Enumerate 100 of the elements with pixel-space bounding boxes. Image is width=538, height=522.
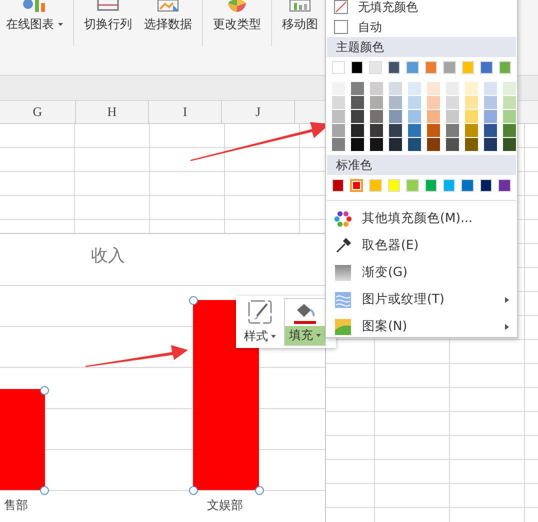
column-header: G	[0, 101, 76, 123]
table-icon	[95, 0, 121, 12]
color-swatch[interactable]	[484, 124, 497, 137]
color-swatch[interactable]	[351, 110, 364, 123]
chart-title: 收入	[90, 245, 126, 267]
color-swatch[interactable]	[408, 82, 421, 95]
color-swatch[interactable]	[427, 96, 440, 109]
menu-item[interactable]: 取色器(E)	[326, 232, 517, 259]
color-swatch[interactable]	[480, 61, 492, 74]
color-swatch[interactable]	[503, 138, 516, 151]
color-swatch[interactable]	[427, 138, 440, 151]
color-swatch[interactable]	[370, 82, 383, 95]
color-swatch[interactable]	[462, 61, 474, 74]
color-swatch[interactable]	[406, 61, 418, 74]
color-swatch[interactable]	[388, 61, 400, 74]
color-swatch[interactable]	[465, 124, 478, 137]
section-header: 主题颜色	[327, 37, 516, 57]
color-swatch[interactable]	[369, 61, 382, 74]
color-swatch[interactable]	[461, 179, 474, 192]
color-swatch[interactable]	[389, 110, 402, 123]
color-swatch[interactable]	[389, 82, 402, 95]
color-swatch[interactable]	[443, 61, 456, 74]
color-swatch[interactable]	[406, 179, 419, 192]
color-swatch[interactable]	[388, 179, 400, 192]
menu-item[interactable]: 其他填充颜色(M)...	[326, 205, 517, 232]
color-swatch[interactable]	[465, 138, 478, 151]
color-swatch[interactable]	[465, 110, 478, 123]
ribbon-button[interactable]: 切换行列	[78, 0, 138, 33]
color-swatch[interactable]	[465, 82, 478, 95]
color-swatch[interactable]	[369, 179, 382, 192]
color-swatch[interactable]	[503, 96, 516, 109]
color-swatch[interactable]	[408, 110, 421, 123]
color-swatch[interactable]	[427, 124, 440, 137]
color-swatch[interactable]	[332, 110, 345, 123]
menu-item[interactable]: 图片或纹理(T)	[326, 286, 517, 313]
color-swatch[interactable]	[408, 96, 421, 109]
color-swatch[interactable]	[465, 96, 478, 109]
menu-item[interactable]: 渐变(G)	[326, 259, 517, 286]
color-swatch[interactable]	[427, 110, 440, 123]
color-swatch[interactable]	[503, 82, 516, 95]
color-swatch[interactable]	[332, 61, 344, 74]
color-swatch[interactable]	[350, 179, 364, 192]
color-swatch[interactable]	[332, 124, 345, 137]
color-swatch[interactable]	[351, 124, 364, 137]
selection-handle[interactable]	[189, 486, 198, 495]
color-swatch[interactable]	[424, 61, 437, 74]
color-swatch[interactable]	[427, 82, 440, 95]
category-label: 文娱部	[207, 497, 243, 514]
color-swatch[interactable]	[446, 124, 459, 137]
color-swatch[interactable]	[408, 138, 421, 151]
color-swatch[interactable]	[484, 96, 497, 109]
selection-handle[interactable]	[40, 486, 49, 495]
selection-handle[interactable]	[40, 386, 49, 395]
color-swatch[interactable]	[503, 124, 516, 137]
color-swatch[interactable]	[498, 179, 511, 192]
color-swatch[interactable]	[503, 110, 516, 123]
color-swatch[interactable]	[351, 82, 364, 95]
column-header: J	[222, 101, 295, 123]
color-swatch[interactable]	[424, 179, 437, 192]
section-header: 标准色	[327, 155, 516, 175]
selection-handle[interactable]	[255, 486, 264, 495]
menu-item[interactable]: 自动	[326, 17, 517, 37]
color-wheel-icon	[334, 210, 352, 228]
toolbar-button[interactable]: 填充	[284, 298, 326, 346]
color-swatch[interactable]	[446, 96, 459, 109]
color-swatch[interactable]	[350, 61, 363, 74]
color-swatch[interactable]	[389, 96, 402, 109]
category-label: 售部	[4, 497, 28, 514]
landscape-pattern-icon	[334, 318, 352, 336]
ribbon-button[interactable]: 移动图	[276, 0, 324, 33]
color-swatch[interactable]	[332, 138, 345, 151]
color-swatch[interactable]	[484, 110, 497, 123]
color-swatch[interactable]	[408, 124, 421, 137]
color-swatch[interactable]	[389, 138, 402, 151]
color-swatch[interactable]	[484, 138, 497, 151]
ribbon-button[interactable]: 更改类型	[207, 0, 267, 33]
ribbon-button[interactable]: 选择数据	[138, 0, 198, 33]
chart-select-icon	[155, 0, 181, 12]
bar-chart-icon	[22, 0, 48, 12]
color-swatch[interactable]	[446, 138, 459, 151]
color-swatch[interactable]	[370, 110, 383, 123]
color-swatch[interactable]	[370, 96, 383, 109]
color-swatch[interactable]	[351, 138, 364, 151]
menu-item[interactable]: 无填充颜色	[326, 0, 517, 17]
color-swatch[interactable]	[370, 138, 383, 151]
color-swatch[interactable]	[443, 179, 456, 192]
color-swatch[interactable]	[484, 82, 497, 95]
color-swatch[interactable]	[332, 96, 345, 109]
color-swatch[interactable]	[332, 179, 344, 192]
menu-item[interactable]: 图案(N)	[326, 313, 517, 340]
color-swatch[interactable]	[446, 82, 459, 95]
color-swatch[interactable]	[498, 61, 511, 74]
color-swatch[interactable]	[351, 96, 364, 109]
color-swatch[interactable]	[332, 82, 345, 95]
color-swatch[interactable]	[446, 110, 459, 123]
color-swatch[interactable]	[370, 124, 383, 137]
color-swatch[interactable]	[480, 179, 492, 192]
color-swatch[interactable]	[389, 124, 402, 137]
selection-handle[interactable]	[189, 296, 198, 305]
ribbon-button[interactable]: 在线图表	[0, 0, 69, 33]
